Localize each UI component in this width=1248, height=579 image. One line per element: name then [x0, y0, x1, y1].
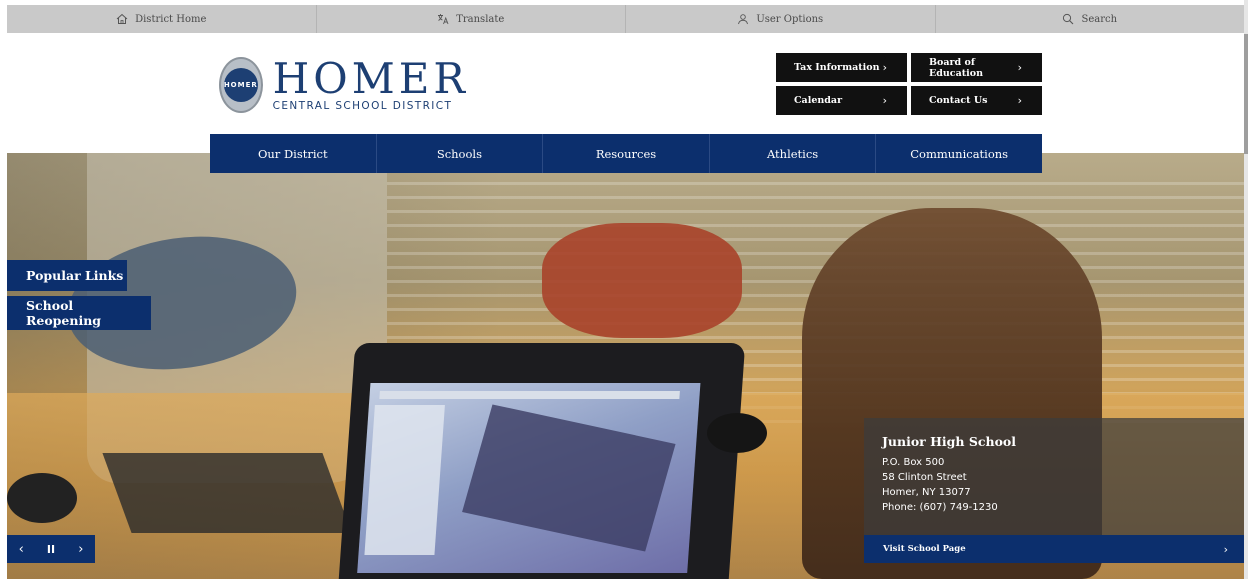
translate-label: Translate [456, 13, 505, 25]
popular-links-button[interactable]: Popular Links [7, 260, 127, 291]
visit-school-page-label: Visit School Page [883, 544, 966, 554]
user-options-label: User Options [756, 13, 824, 25]
nav-athletics[interactable]: Athletics [708, 134, 876, 173]
district-seal: HOMER [219, 57, 263, 113]
closed-laptop [102, 453, 352, 533]
chevron-right-icon: › [882, 94, 887, 107]
translate-link[interactable]: Translate [315, 5, 626, 33]
chevron-right-icon: › [1223, 542, 1228, 556]
previous-slide-button[interactable]: ‹ [19, 542, 24, 557]
seal-center: HOMER [223, 68, 258, 102]
school-phone: Phone: (607) 749-1230 [882, 502, 998, 513]
school-city: Homer, NY 13077 [882, 487, 971, 498]
calendar-button[interactable]: Calendar › [776, 86, 907, 115]
school-reopening-button[interactable]: School Reopening [7, 296, 151, 330]
chevron-right-icon: › [1017, 61, 1022, 74]
search-icon [1063, 13, 1074, 25]
contact-us-label: Contact Us [929, 95, 988, 106]
logo-title: HOMER [272, 53, 469, 103]
district-home-label: District Home [135, 13, 207, 25]
logo-wordmark: HOMER CENTRAL SCHOOL DISTRICT [272, 53, 469, 112]
computer-mouse [707, 413, 767, 453]
district-logo[interactable]: HOMER HOMER CENTRAL SCHOOL DISTRICT [219, 57, 469, 113]
scrollbar-thumb[interactable] [1244, 34, 1248, 154]
board-of-education-button[interactable]: Board of Education › [911, 53, 1042, 82]
user-options-link[interactable]: User Options [625, 5, 935, 33]
calendar-label: Calendar [794, 95, 843, 106]
laptop-screen [357, 383, 701, 573]
home-icon [116, 13, 128, 24]
user-icon [738, 14, 749, 25]
tax-information-label: Tax Information [794, 62, 880, 73]
school-name: Junior High School [882, 434, 1017, 449]
visit-school-page-button[interactable]: Visit School Page › [864, 535, 1244, 563]
search-link[interactable]: Search [934, 5, 1245, 33]
utility-bar: District Home Translate User Options Sea… [7, 5, 1244, 33]
school-street: 58 Clinton Street [882, 472, 967, 483]
search-label: Search [1081, 13, 1118, 25]
page-scrollbar[interactable] [1244, 0, 1248, 579]
nav-communications[interactable]: Communications [875, 134, 1042, 173]
district-home-link[interactable]: District Home [7, 5, 316, 33]
school-info-panel: Junior High School P.O. Box 500 58 Clint… [864, 418, 1244, 535]
pause-slideshow-button[interactable]: II [47, 543, 55, 556]
school-po-box: P.O. Box 500 [882, 457, 945, 468]
chevron-right-icon: › [1017, 94, 1022, 107]
board-of-education-label: Board of Education [929, 56, 983, 79]
slideshow-controls: ‹ II › [7, 535, 95, 563]
cad-toolbar [379, 391, 680, 399]
nav-resources[interactable]: Resources [542, 134, 709, 173]
cad-model [462, 404, 676, 552]
main-navigation: Our District Schools Resources Athletics… [210, 134, 1042, 173]
red-chair [542, 223, 742, 338]
cad-side-panel [364, 405, 445, 555]
nav-schools[interactable]: Schools [375, 134, 543, 173]
computer-mouse [7, 473, 77, 523]
tax-information-button[interactable]: Tax Information › [776, 53, 907, 82]
next-slide-button[interactable]: › [78, 542, 83, 557]
laptop [338, 343, 746, 579]
logo-subtitle: CENTRAL SCHOOL DISTRICT [272, 99, 453, 112]
nav-our-district[interactable]: Our District [210, 134, 376, 173]
translate-icon [438, 14, 449, 25]
chevron-right-icon: › [882, 61, 887, 74]
contact-us-button[interactable]: Contact Us › [911, 86, 1042, 115]
